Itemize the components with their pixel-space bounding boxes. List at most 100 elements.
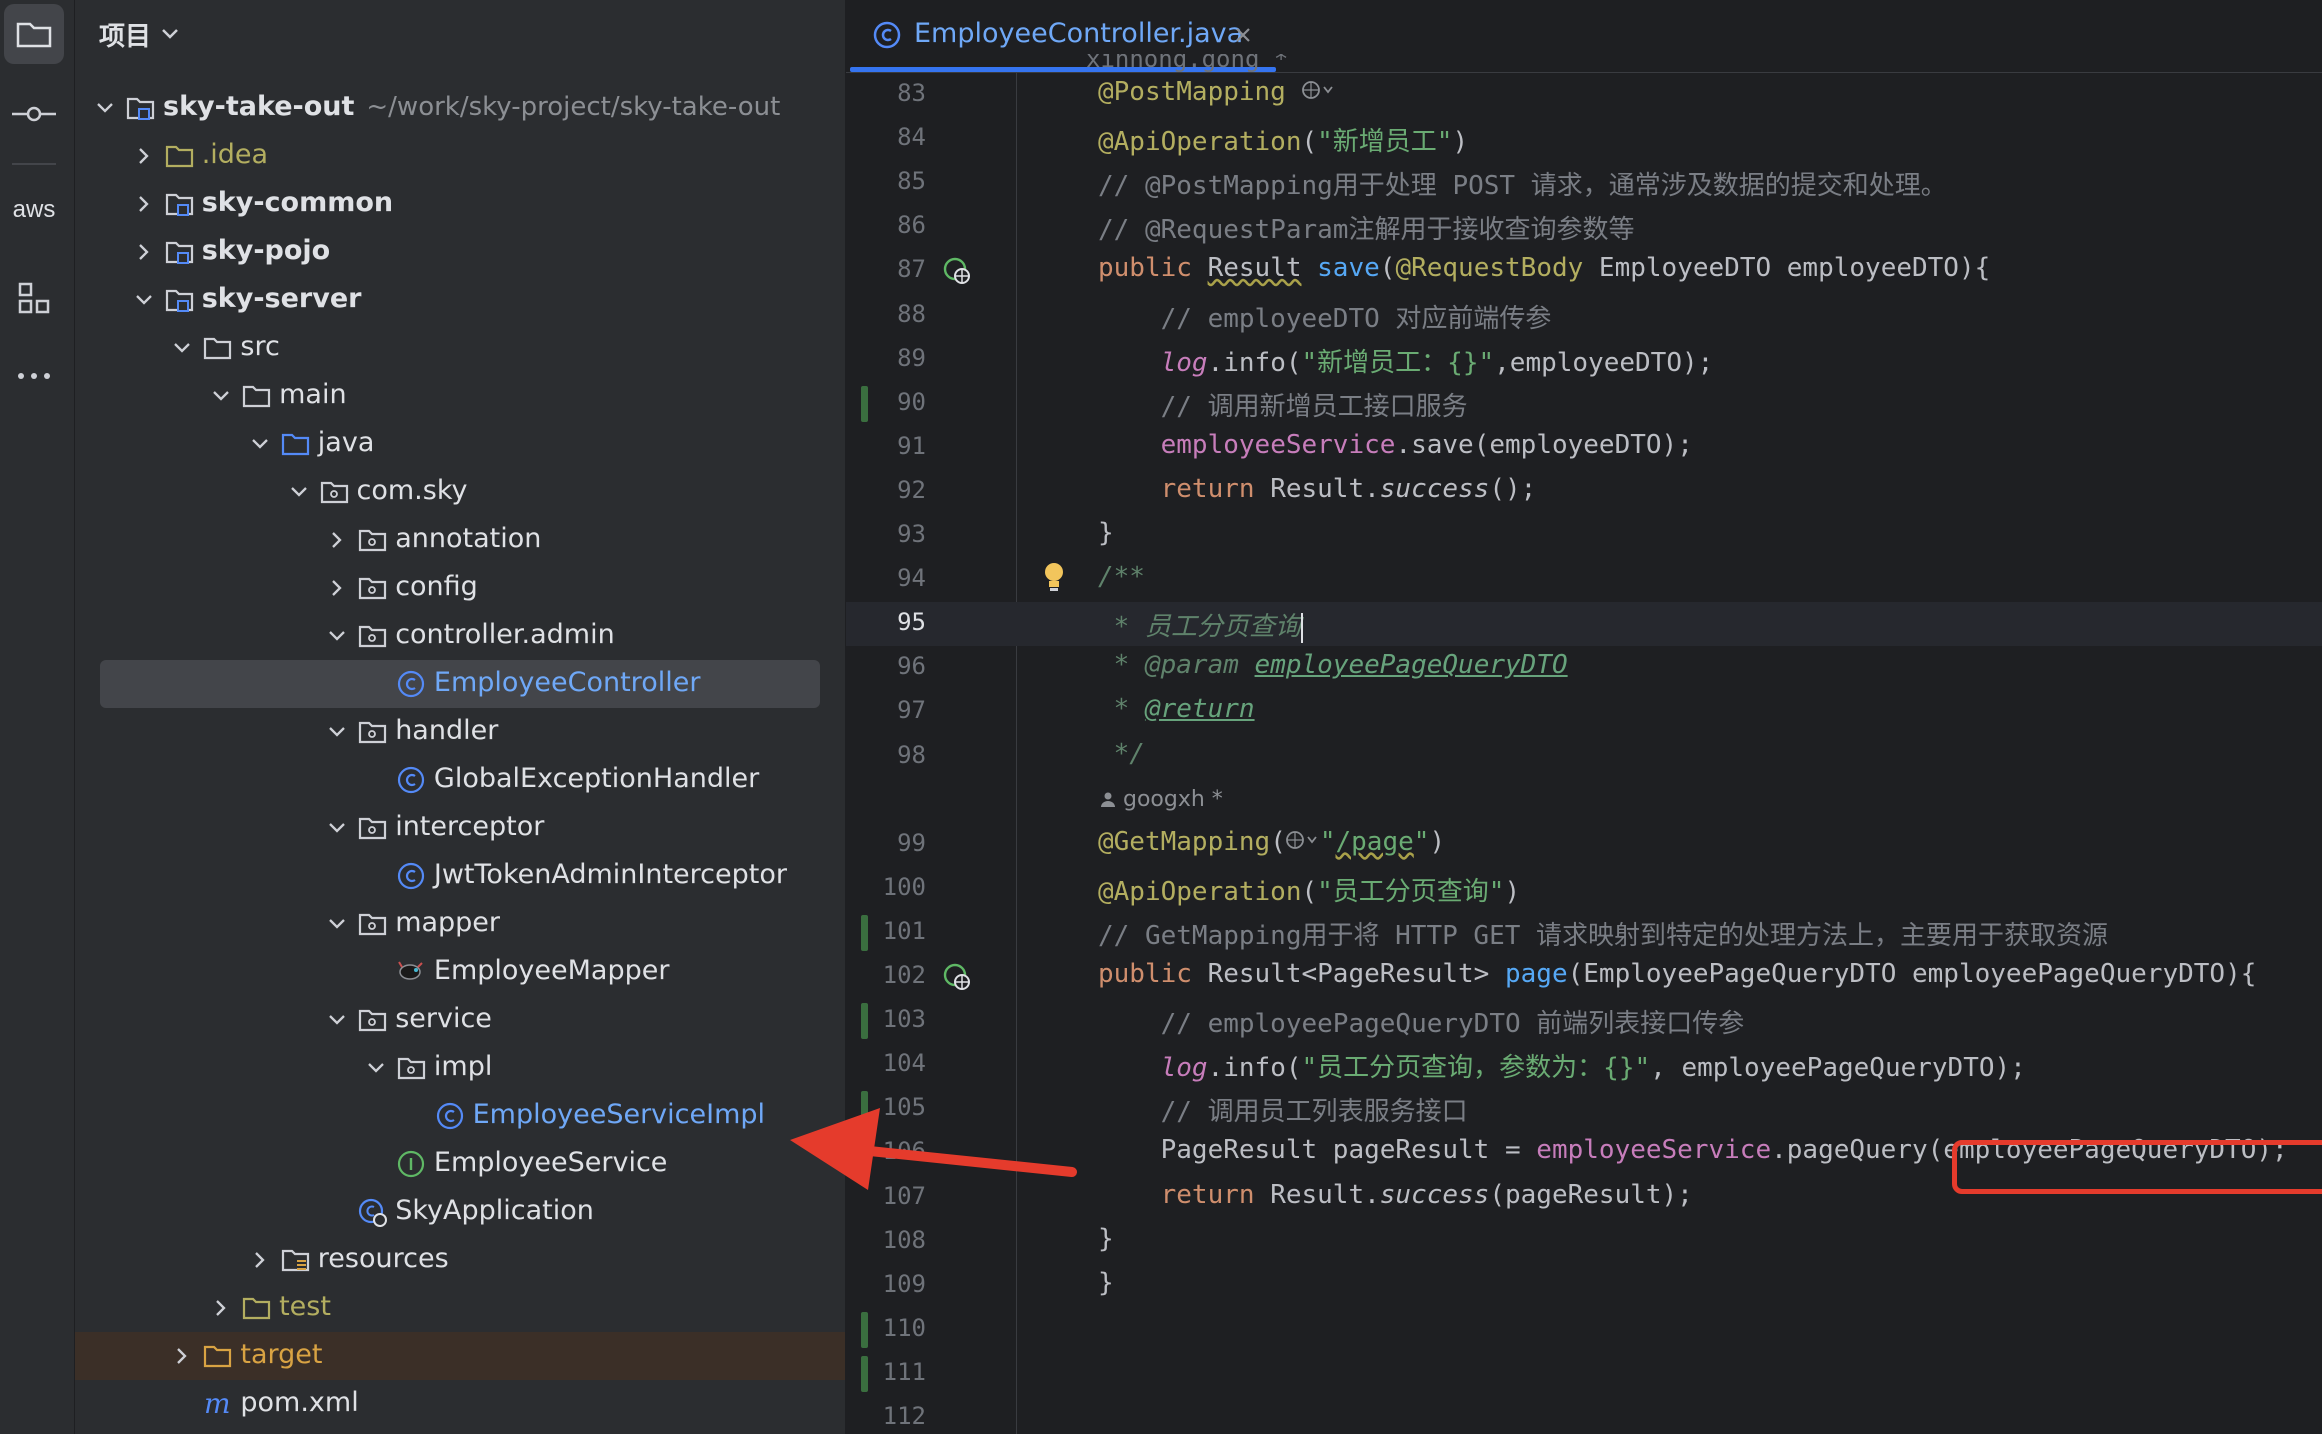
code-line-111[interactable]: 111: [846, 1352, 2322, 1396]
tree-item-idea[interactable]: .idea: [75, 132, 845, 180]
code-area[interactable]: 83 @PostMapping 84 @ApiOperation("新增员工") 85…: [846, 72, 2322, 1434]
tree-item-handler[interactable]: handler: [75, 708, 845, 756]
code-line-86[interactable]: 86 // @RequestParam注解用于接收查询参数等: [846, 205, 2322, 249]
code-line-97[interactable]: 97 * @return: [846, 690, 2322, 734]
tree-item-config[interactable]: config: [75, 564, 845, 612]
chevron-right-icon[interactable]: [207, 1294, 235, 1322]
tree-item-main[interactable]: main: [75, 372, 845, 420]
chevron-down-icon[interactable]: [323, 910, 351, 938]
chevron-down-icon[interactable]: [323, 1006, 351, 1034]
tree-item-com-sky[interactable]: com.sky: [75, 468, 845, 516]
chevron-down-icon[interactable]: [323, 814, 351, 842]
chevron-down-icon[interactable]: [323, 718, 351, 746]
tree-item-pom-xml[interactable]: m pom.xml: [75, 1380, 845, 1428]
code-line-94[interactable]: 94 /**: [846, 558, 2322, 602]
code-inlay-line[interactable]: googxh *: [846, 779, 2322, 823]
chevron-right-icon[interactable]: [323, 574, 351, 602]
tree-item-employeecontroller[interactable]: EmployeeController: [75, 660, 845, 708]
code-line-93[interactable]: 93}: [846, 514, 2322, 558]
tree-item-employeeserviceimpl[interactable]: EmployeeServiceImpl: [75, 1092, 845, 1140]
code-line-92[interactable]: 92 return Result.success();: [846, 470, 2322, 514]
intention-bulb-icon[interactable]: [1041, 560, 1073, 592]
vcs-change-marker[interactable]: [861, 914, 868, 951]
code-line-102[interactable]: 102 public Result<PageResult> page(Employ…: [846, 955, 2322, 999]
tree-item-target[interactable]: target: [75, 1332, 845, 1380]
code-line-84[interactable]: 84 @ApiOperation("新增员工"): [846, 117, 2322, 161]
tree-item-java[interactable]: java: [75, 420, 845, 468]
chevron-right-icon[interactable]: [168, 1342, 196, 1370]
globe-icon[interactable]: [1286, 77, 1336, 107]
code-line-91[interactable]: 91 employeeService.save(employeeDTO);: [846, 426, 2322, 470]
code-line-104[interactable]: 104 log.info("员工分页查询，参数为：{}", employeePa…: [846, 1043, 2322, 1087]
author-inlay-hint[interactable]: googxh *: [1100, 787, 1223, 812]
chevron-down-icon[interactable]: [91, 94, 119, 122]
code-line-109[interactable]: 109}: [846, 1264, 2322, 1308]
chevron-down-icon[interactable]: [246, 430, 274, 458]
close-icon[interactable]: [1234, 26, 1252, 44]
code-line-95[interactable]: 95 * 员工分页查询: [846, 602, 2322, 647]
code-line-87[interactable]: 87 public Result save(@RequestBody Employ…: [846, 249, 2322, 293]
project-panel-header[interactable]: 项目: [99, 14, 179, 54]
code-line-88[interactable]: 88 // employeeDTO 对应前端传参: [846, 294, 2322, 338]
vcs-change-marker[interactable]: [861, 385, 868, 422]
tree-item-employeemapper[interactable]: EmployeeMapper: [75, 948, 845, 996]
code-line-96[interactable]: 96 * @param employeePageQueryDTO: [846, 646, 2322, 690]
tree-item-test[interactable]: test: [75, 1284, 845, 1332]
code-line-112[interactable]: 112: [846, 1396, 2322, 1434]
tree-item-annotation[interactable]: annotation: [75, 516, 845, 564]
tree-item-skyapplication[interactable]: SkyApplication: [75, 1188, 845, 1236]
tree-item-sky-pojo[interactable]: sky-pojo: [75, 228, 845, 276]
chevron-right-icon[interactable]: [130, 190, 158, 218]
code-line-98[interactable]: 98 */: [846, 735, 2322, 779]
more-tools-button[interactable]: [4, 346, 64, 406]
commit-tool-button[interactable]: [4, 84, 64, 144]
aws-tool-button[interactable]: aws: [4, 180, 64, 240]
tree-item-service[interactable]: service: [75, 996, 845, 1044]
chevron-down-icon[interactable]: [362, 1054, 390, 1082]
code-line-101[interactable]: 101 // GetMapping用于将 HTTP GET 请求映射到特定的处理方…: [846, 911, 2322, 955]
line-number: 84: [897, 123, 926, 152]
code-line-90[interactable]: 90 // 调用新增员工接口服务: [846, 382, 2322, 426]
vcs-change-marker[interactable]: [861, 1311, 868, 1348]
tree-item-mapper[interactable]: mapper: [75, 900, 845, 948]
chevron-down-icon[interactable]: [168, 334, 196, 362]
tree-item-impl[interactable]: impl: [75, 1044, 845, 1092]
chevron-right-icon[interactable]: [323, 526, 351, 554]
code-line-83[interactable]: 83 @PostMapping: [846, 73, 2322, 117]
chevron-down-icon[interactable]: [207, 382, 235, 410]
code-line-100[interactable]: 100 @ApiOperation("员工分页查询"): [846, 867, 2322, 911]
chevron-right-icon[interactable]: [246, 1246, 274, 1274]
chevron-right-icon[interactable]: [130, 238, 158, 266]
code-text: // @PostMapping用于处理 POST 请求，通常涉及数据的提交和处理…: [1098, 165, 1947, 202]
chevron-right-icon[interactable]: [130, 142, 158, 170]
endpoint-gutter-icon[interactable]: [941, 961, 973, 993]
chevron-down-icon[interactable]: [130, 286, 158, 314]
tree-item-resources[interactable]: resources: [75, 1236, 845, 1284]
vcs-change-marker[interactable]: [861, 1091, 868, 1128]
vcs-change-marker[interactable]: [861, 1355, 868, 1392]
code-line-85[interactable]: 85 // @PostMapping用于处理 POST 请求，通常涉及数据的提交和…: [846, 161, 2322, 205]
structure-tool-button[interactable]: [4, 268, 64, 328]
code-line-89[interactable]: 89 log.info("新增员工：{}",employeeDTO);: [846, 338, 2322, 382]
chevron-down-icon[interactable]: [285, 478, 313, 506]
endpoint-gutter-icon[interactable]: [941, 255, 973, 287]
code-line-110[interactable]: 110: [846, 1308, 2322, 1352]
tree-item-sky-take-out[interactable]: sky-take-out ~/work/sky-project/sky-take-…: [75, 84, 845, 132]
code-line-108[interactable]: 108}: [846, 1220, 2322, 1264]
vcs-change-marker[interactable]: [861, 1003, 868, 1040]
code-line-99[interactable]: 99 @GetMapping("/page"): [846, 823, 2322, 867]
tree-item-sky-common[interactable]: sky-common: [75, 180, 845, 228]
tree-item-globalexceptionhandler[interactable]: GlobalExceptionHandler: [75, 756, 845, 804]
tree-item-employeeservice[interactable]: EmployeeService: [75, 1140, 845, 1188]
tree-item-src[interactable]: src: [75, 324, 845, 372]
tree-item-sky-server[interactable]: sky-server: [75, 276, 845, 324]
project-tool-button[interactable]: [4, 4, 64, 64]
tree-item-controller-admin[interactable]: controller.admin: [75, 612, 845, 660]
code-line-103[interactable]: 103 // employeePageQueryDTO 前端列表接口传参: [846, 999, 2322, 1043]
tree-item-jwttokenadmininterceptor[interactable]: JwtTokenAdminInterceptor: [75, 852, 845, 900]
tree-item-interceptor[interactable]: interceptor: [75, 804, 845, 852]
tree-item-name: mapper: [395, 907, 501, 938]
code-line-105[interactable]: 105 // 调用员工列表服务接口: [846, 1087, 2322, 1131]
chevron-down-icon[interactable]: [323, 622, 351, 650]
globe-icon[interactable]: [1285, 827, 1320, 857]
